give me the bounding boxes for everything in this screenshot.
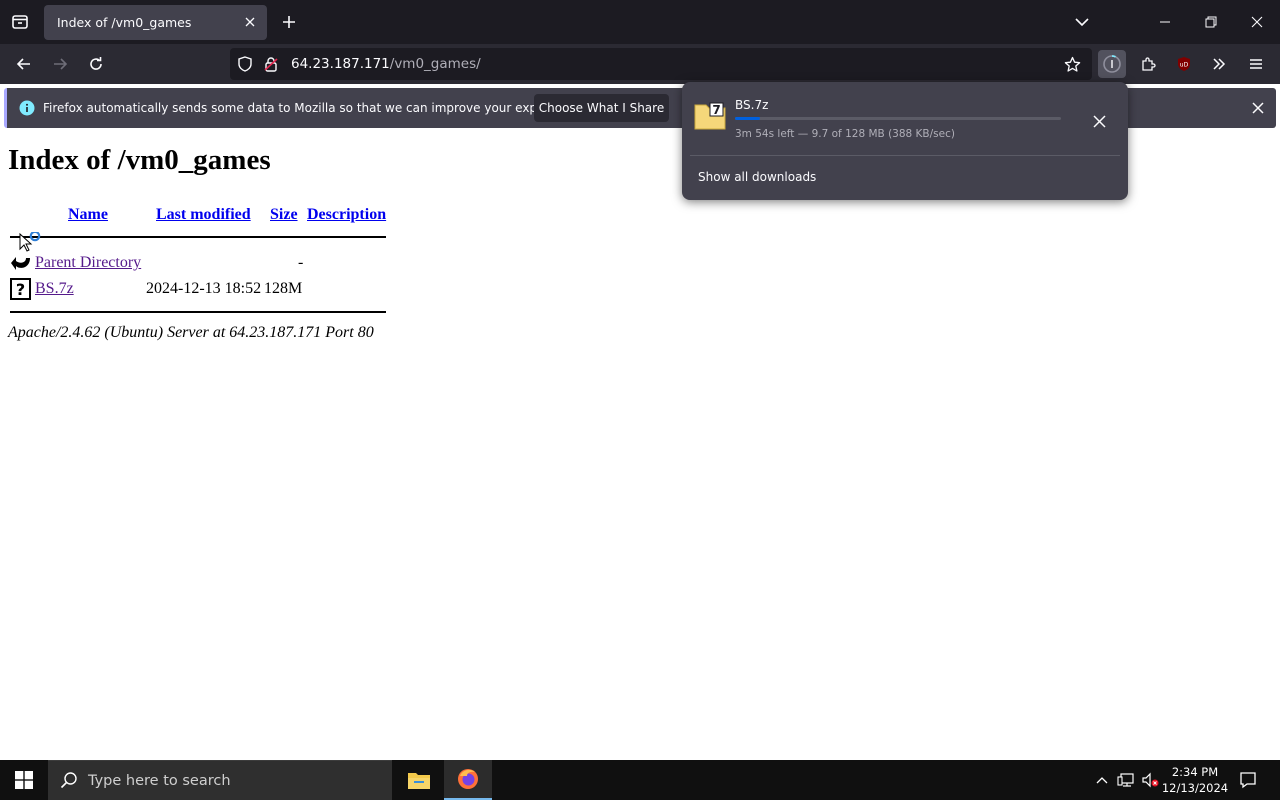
close-window-button[interactable] — [1234, 0, 1280, 44]
list-all-tabs-button[interactable] — [1070, 10, 1094, 34]
download-file-name[interactable]: BS.7z — [735, 98, 768, 112]
taskbar: Type here to search 2:34 PM 12/13/2024 — [0, 760, 1280, 800]
tab-active[interactable]: Index of /vm0_games — [44, 5, 267, 40]
info-icon — [19, 100, 35, 116]
extensions-button[interactable] — [1134, 50, 1162, 78]
folder-icon — [408, 773, 430, 789]
row-modified: 2024-12-13 18:52 — [146, 280, 262, 297]
double-chevron-right-icon — [1213, 58, 1226, 70]
firefox-taskbar-button[interactable] — [444, 760, 492, 800]
search-placeholder: Type here to search — [88, 773, 231, 789]
download-status: 3m 54s left — 9.7 of 128 MB (388 KB/sec) — [735, 128, 955, 140]
close-icon — [1252, 102, 1264, 114]
forward-button[interactable] — [46, 50, 74, 78]
reload-button[interactable] — [82, 50, 110, 78]
minimize-button[interactable] — [1142, 0, 1188, 44]
hamburger-menu-icon — [1250, 59, 1262, 69]
ublock-shield-icon: uD — [1178, 57, 1190, 71]
back-button[interactable] — [10, 50, 38, 78]
taskbar-search-box[interactable]: Type here to search — [48, 760, 392, 800]
downloads-divider — [690, 155, 1120, 156]
reload-icon — [90, 57, 102, 70]
archive-file-icon: 7 — [694, 102, 726, 130]
clock-time: 2:34 PM — [1171, 765, 1219, 779]
windows-logo-icon — [15, 771, 33, 789]
arrow-left-icon — [16, 58, 30, 70]
busy-cursor-icon — [19, 232, 41, 252]
server-signature: Apache/2.4.62 (Ubuntu) Server at 64.23.1… — [8, 324, 374, 341]
insecure-lock-icon[interactable] — [263, 56, 279, 72]
parent-directory-link[interactable]: Parent Directory — [35, 254, 141, 272]
firefox-view-icon — [12, 15, 28, 29]
notification-close-button[interactable] — [1248, 98, 1268, 118]
tab-close-button[interactable] — [241, 13, 259, 31]
firefox-view-button[interactable] — [8, 10, 32, 34]
download-progress-icon — [1103, 55, 1121, 73]
svg-text:7: 7 — [712, 103, 720, 117]
volume-button[interactable] — [1140, 770, 1160, 790]
shield-icon[interactable] — [237, 56, 253, 72]
network-icon — [1117, 773, 1134, 787]
start-button[interactable] — [0, 760, 48, 800]
chevron-down-icon — [1075, 18, 1089, 27]
search-icon — [60, 772, 77, 789]
restore-icon — [1205, 16, 1217, 28]
new-tab-button[interactable] — [278, 11, 300, 33]
row-size: - — [298, 254, 304, 271]
url-bar[interactable]: 64.23.187.171/vm0_games/ — [230, 48, 1092, 80]
column-header-name[interactable]: Name — [68, 206, 108, 224]
page-content: Index of /vm0_games Name Last modified S… — [0, 132, 1280, 760]
download-progress-bar — [735, 117, 1061, 120]
close-icon — [1251, 16, 1263, 28]
ublock-origin-button[interactable]: uD — [1170, 50, 1198, 78]
column-header-description[interactable]: Description — [307, 206, 386, 224]
column-header-size[interactable]: Size — [270, 206, 298, 224]
show-hidden-icons-button[interactable] — [1092, 770, 1112, 790]
header-divider — [10, 236, 386, 238]
downloads-button[interactable] — [1098, 50, 1126, 78]
chevron-up-icon — [1096, 777, 1108, 784]
minimize-icon — [1160, 21, 1170, 23]
column-header-last-modified[interactable]: Last modified — [156, 206, 251, 224]
url-text[interactable]: 64.23.187.171/vm0_games/ — [291, 56, 481, 72]
volume-muted-icon — [1142, 772, 1159, 788]
cancel-download-button[interactable] — [1088, 110, 1110, 132]
file-explorer-taskbar-button[interactable] — [395, 760, 443, 800]
row-size: 128M — [264, 280, 303, 297]
overflow-button[interactable] — [1205, 50, 1233, 78]
svg-text:?: ? — [16, 280, 25, 299]
title-bar: Index of /vm0_games — [0, 0, 1280, 44]
notification-icon — [1240, 772, 1256, 789]
app-menu-button[interactable] — [1242, 50, 1270, 78]
url-path: /vm0_games/ — [389, 56, 481, 72]
show-all-downloads-button[interactable]: Show all downloads — [698, 170, 816, 184]
firefox-logo-icon — [458, 769, 478, 789]
page-title: Index of /vm0_games — [8, 144, 271, 176]
close-icon — [1092, 114, 1106, 128]
puzzle-icon — [1142, 57, 1156, 71]
notification-message: Firefox automatically sends some data to… — [43, 101, 586, 115]
tab-title: Index of /vm0_games — [57, 15, 192, 30]
download-progress-fill — [735, 117, 760, 120]
network-button[interactable] — [1116, 770, 1136, 790]
unknown-file-icon: ? — [10, 278, 31, 300]
downloads-panel: 7 BS.7z 3m 54s left — 9.7 of 128 MB (388… — [682, 82, 1128, 200]
restore-button[interactable] — [1188, 0, 1234, 44]
svg-text:uD: uD — [1180, 62, 1189, 69]
choose-what-i-share-button[interactable]: Choose What I Share — [534, 94, 669, 122]
footer-divider — [10, 311, 386, 313]
navigation-toolbar: 64.23.187.171/vm0_games/ uD — [0, 44, 1280, 84]
clock-date: 12/13/2024 — [1161, 781, 1229, 795]
taskbar-clock[interactable]: 2:34 PM 12/13/2024 — [1160, 764, 1230, 796]
file-link-bs7z[interactable]: BS.7z — [35, 280, 74, 298]
arrow-right-icon — [54, 58, 68, 70]
action-center-button[interactable] — [1236, 768, 1260, 792]
close-icon — [245, 17, 255, 27]
plus-icon — [283, 16, 295, 28]
url-host: 64.23.187.171 — [291, 56, 390, 72]
bookmark-star-icon[interactable] — [1064, 56, 1081, 73]
